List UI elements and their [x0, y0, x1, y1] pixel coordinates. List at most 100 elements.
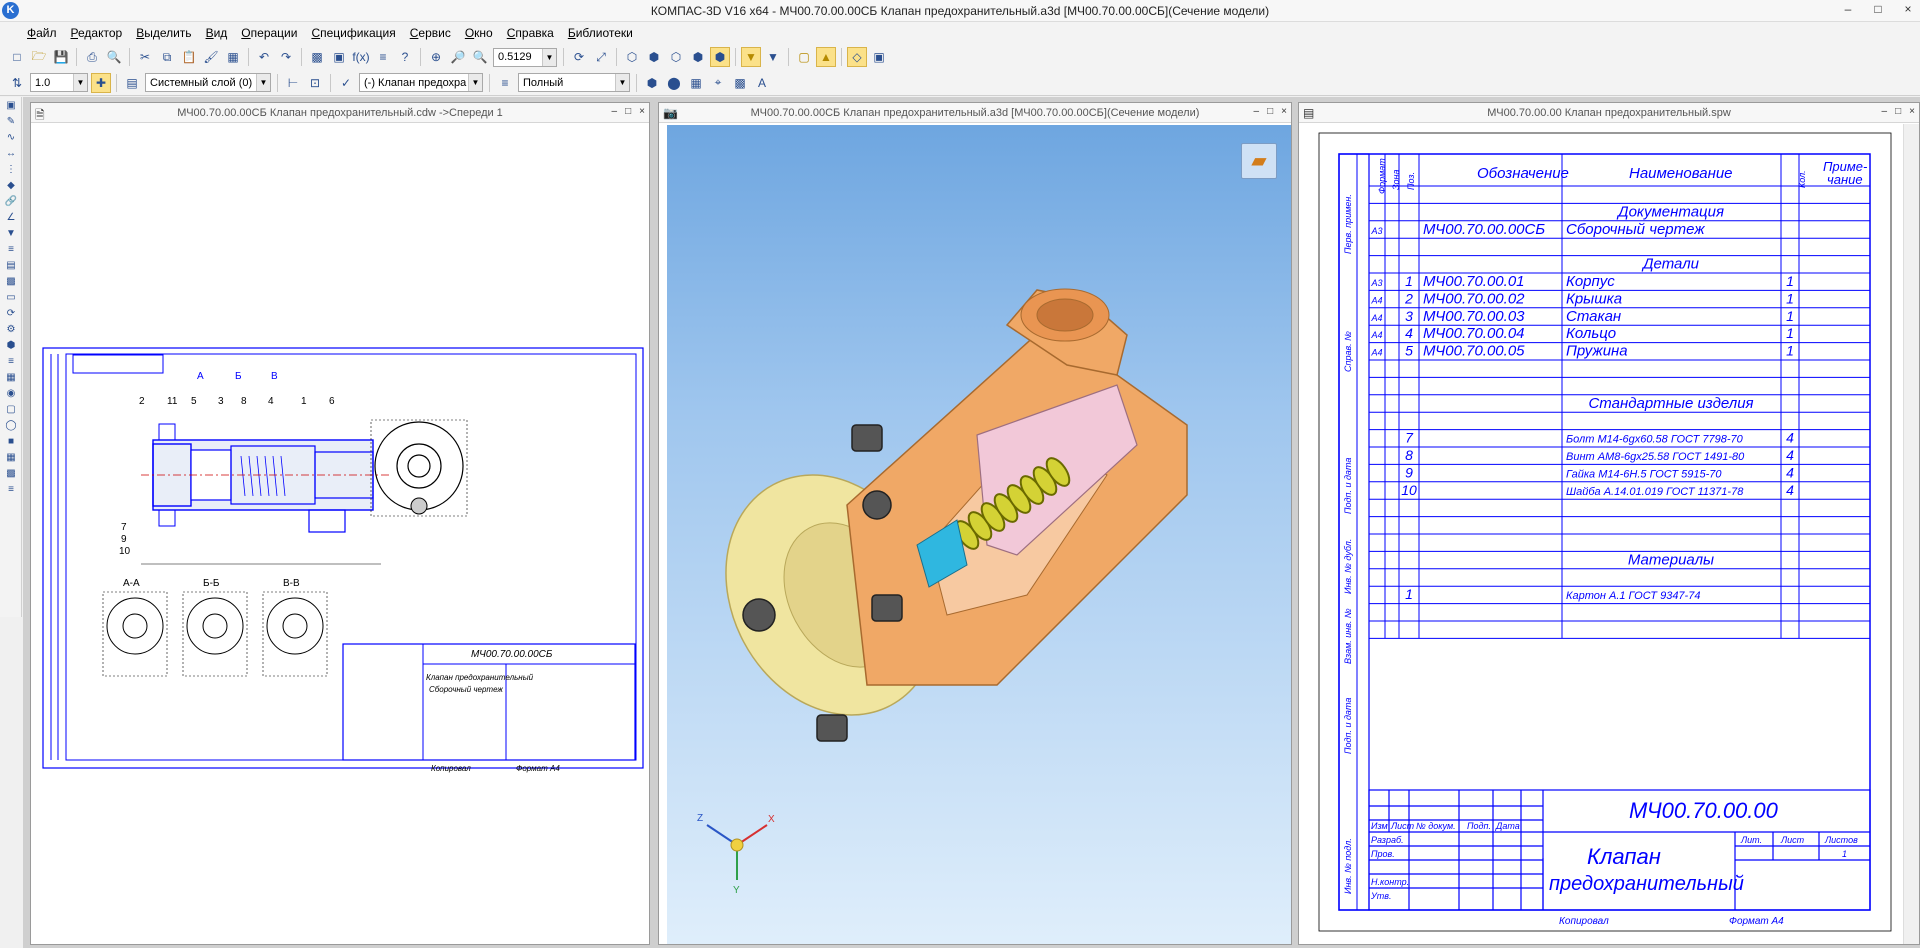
tree-tool-icon[interactable]: ≡	[2, 483, 20, 497]
spec-minimize-button[interactable]: –	[1882, 106, 1888, 117]
cube-icon[interactable]: ⬢	[2, 339, 20, 353]
sheet-metal-icon[interactable]: ▭	[2, 291, 20, 305]
maximize-button[interactable]: □	[1870, 2, 1886, 16]
spec-close-button[interactable]: ×	[1909, 106, 1915, 117]
zoom-combo[interactable]: 0.5129 ▼	[493, 47, 557, 67]
shell-icon[interactable]: ▢	[2, 403, 20, 417]
properties-list-icon[interactable]: ▦	[686, 73, 706, 93]
halftone-icon[interactable]: ⬢	[688, 47, 708, 67]
drawing-close-button[interactable]: ×	[639, 106, 645, 117]
zoom-window-icon[interactable]: 🔎	[448, 47, 468, 67]
drawing-maximize-button[interactable]: □	[625, 106, 631, 117]
model-maximize-button[interactable]: □	[1267, 106, 1273, 117]
edit-icon[interactable]: ✎	[2, 115, 20, 129]
print-icon[interactable]: ⎙	[82, 47, 102, 67]
spline-icon[interactable]: ⟳	[2, 307, 20, 321]
filter-icon[interactable]: ▼	[741, 47, 761, 67]
solid-icon[interactable]: ◆	[2, 179, 20, 193]
model-window[interactable]: 📷 МЧ00.70.00.00СБ Клапан предохранительн…	[658, 102, 1292, 945]
surface-icon[interactable]: ▩	[2, 275, 20, 289]
open-folder-icon[interactable]: 🗁	[29, 47, 49, 67]
ortho-mode-icon[interactable]: ✚	[91, 72, 111, 93]
model-minimize-button[interactable]: –	[1254, 106, 1260, 117]
coordinate-system-icon[interactable]: ⊢	[283, 73, 303, 93]
array-icon[interactable]: ▦	[2, 371, 20, 385]
text-style-icon[interactable]: A	[752, 73, 772, 93]
paste-icon[interactable]: 📋	[179, 47, 199, 67]
curve-icon[interactable]: ∿	[2, 131, 20, 145]
chevron-down-icon[interactable]: ▼	[615, 74, 629, 91]
angle-icon[interactable]: ∠	[2, 211, 20, 225]
undo-icon[interactable]: ↶	[254, 47, 274, 67]
grid-icon[interactable]: ▦	[2, 451, 20, 465]
hidden-lines-icon[interactable]: ⬢	[644, 47, 664, 67]
hole-icon[interactable]: ◯	[2, 419, 20, 433]
measure-icon[interactable]: ≡	[373, 47, 393, 67]
shaded-edges-icon[interactable]: ⬢	[710, 47, 730, 67]
measure-tool-icon[interactable]: ≡	[2, 243, 20, 257]
menu-specification[interactable]: Спецификация	[304, 26, 402, 40]
save-icon[interactable]: 💾	[51, 47, 71, 67]
chevron-down-icon[interactable]: ▼	[468, 74, 482, 91]
menu-help[interactable]: Справка	[500, 26, 561, 40]
menu-select[interactable]: Выделить	[129, 26, 198, 40]
view-mode-combo[interactable]: Полный ▼	[518, 73, 630, 92]
perspective-icon[interactable]: ◇	[847, 47, 867, 67]
layer-icon[interactable]: ▤	[122, 73, 142, 93]
object-combo[interactable]: (-) Клапан предохра ▼	[359, 73, 483, 92]
rotate-icon[interactable]: ⟳	[569, 47, 589, 67]
step-combo[interactable]: 1.0 ▼	[30, 73, 88, 92]
thin-lines-icon[interactable]: ⬡	[666, 47, 686, 67]
hide-icon[interactable]: ▢	[794, 47, 814, 67]
report-icon[interactable]: ▤	[2, 259, 20, 273]
specification-window[interactable]: ▤ МЧ00.70.00.00 Клапан предохранительный…	[1298, 102, 1920, 945]
properties-icon[interactable]: ▦	[223, 47, 243, 67]
manager-icon[interactable]: ▩	[307, 47, 327, 67]
menu-service[interactable]: Сервис	[403, 26, 458, 40]
menu-file[interactable]: Файл	[20, 26, 64, 40]
chevron-down-icon[interactable]: ▼	[256, 74, 270, 91]
spec-vertical-scrollbar[interactable]	[1903, 124, 1919, 944]
valve-3d-model[interactable]: X Z Y	[667, 125, 1293, 945]
dimension-icon[interactable]: ↔	[2, 147, 20, 161]
object-state-icon[interactable]: ✓	[336, 73, 356, 93]
points-icon[interactable]: ⋮	[2, 163, 20, 177]
chevron-down-icon[interactable]: ▼	[73, 74, 87, 91]
material-icon[interactable]: ⬢	[642, 73, 662, 93]
menu-edit[interactable]: Редактор	[64, 26, 130, 40]
layer-combo[interactable]: Системный слой (0) ▼	[145, 73, 271, 92]
model-close-button[interactable]: ×	[1281, 106, 1287, 117]
new-document-icon[interactable]: □	[7, 47, 27, 67]
menu-libraries[interactable]: Библиотеки	[561, 26, 640, 40]
filter-tool-icon[interactable]: ▼	[2, 227, 20, 241]
assembly-icon[interactable]: ▩	[2, 467, 20, 481]
help-pointer-icon[interactable]: ?	[395, 47, 415, 67]
component-icon[interactable]: ▩	[730, 73, 750, 93]
library-icon[interactable]: ▣	[329, 47, 349, 67]
menu-window[interactable]: Окно	[458, 26, 500, 40]
select-filter-icon[interactable]: ▼	[763, 47, 783, 67]
variables-icon[interactable]: f(x)	[351, 47, 371, 67]
mirror-icon[interactable]: ◉	[2, 387, 20, 401]
chevron-down-icon[interactable]: ▼	[542, 48, 556, 66]
color-icon[interactable]: ⬤	[664, 73, 684, 93]
spec-maximize-button[interactable]: □	[1895, 106, 1901, 117]
copy-icon[interactable]: ⧉	[157, 47, 177, 67]
pipes-icon[interactable]: ≡	[2, 355, 20, 369]
zoom-in-icon[interactable]: ⊕	[426, 47, 446, 67]
spec-sheet[interactable]: Документация А3 МЧ00.70.00.00СБ Сборочный ч…	[1299, 124, 1903, 944]
mcx-icon[interactable]: ⌖	[708, 73, 728, 93]
drawing-minimize-button[interactable]: –	[612, 106, 618, 117]
redo-icon[interactable]: ↷	[276, 47, 296, 67]
orientation-icon[interactable]: ⤢	[591, 47, 611, 67]
display-settings-icon[interactable]: ▣	[869, 47, 889, 67]
link-icon[interactable]: 🔗	[2, 195, 20, 209]
settings-icon[interactable]: ⚙	[2, 323, 20, 337]
geometry-icon[interactable]: ▣	[2, 99, 20, 113]
lock-icon[interactable]: ■	[2, 435, 20, 449]
cut-icon[interactable]: ✂	[135, 47, 155, 67]
step-icon[interactable]: ⇅	[7, 73, 27, 93]
section-icon[interactable]: ▲	[816, 47, 836, 67]
local-cs-icon[interactable]: ⊡	[305, 73, 325, 93]
menu-operations[interactable]: Операции	[234, 26, 304, 40]
